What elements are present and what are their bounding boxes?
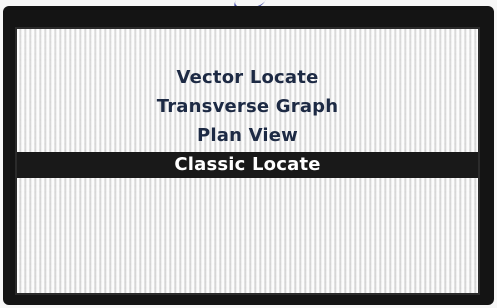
display-screen: Vector Locate Transverse Graph Plan View… bbox=[15, 27, 480, 295]
menu-item-vector-locate[interactable]: Vector Locate bbox=[17, 63, 478, 92]
menu-item-transverse-graph[interactable]: Transverse Graph bbox=[17, 92, 478, 121]
mode-menu: Vector Locate Transverse Graph Plan View… bbox=[17, 63, 478, 178]
menu-item-classic-locate[interactable]: Classic Locate bbox=[17, 152, 478, 178]
device-bezel: Vector Locate Transverse Graph Plan View… bbox=[0, 0, 497, 308]
menu-item-plan-view[interactable]: Plan View bbox=[17, 121, 478, 150]
